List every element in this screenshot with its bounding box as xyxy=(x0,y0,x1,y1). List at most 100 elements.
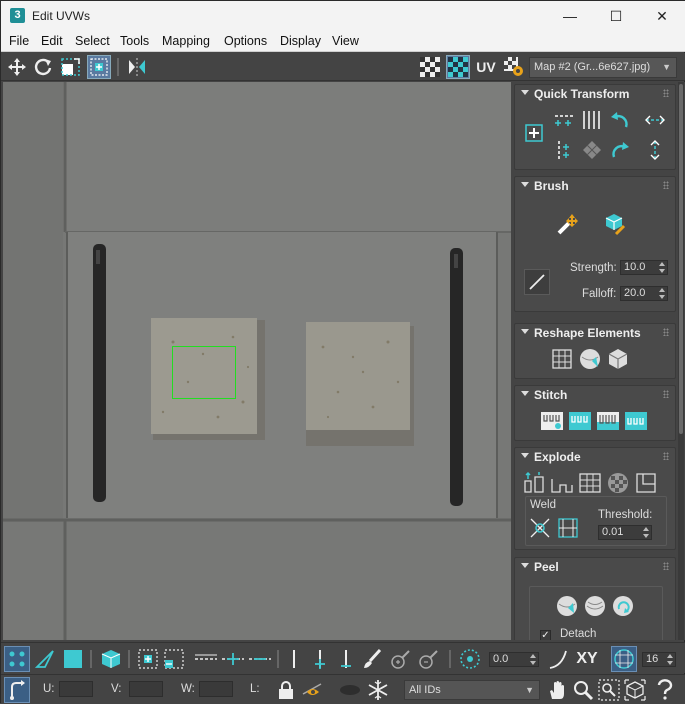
flatten-button[interactable] xyxy=(605,346,631,372)
face-select-button[interactable] xyxy=(60,646,86,672)
vertex-select-button[interactable] xyxy=(4,646,30,672)
space-horizontal-button[interactable] xyxy=(579,137,605,163)
relax-brush-button[interactable] xyxy=(601,211,627,237)
close-button[interactable]: ✕ xyxy=(639,1,685,31)
brush-header[interactable]: Brush xyxy=(515,177,675,195)
stitch-custom-button[interactable] xyxy=(539,408,565,434)
falloff-curve-button[interactable] xyxy=(546,646,572,672)
scale-tool-button[interactable] xyxy=(59,55,83,79)
spinner-arrows-icon[interactable] xyxy=(530,654,536,666)
panel-scrollbar-thumb[interactable] xyxy=(679,84,683,434)
zoom-extents-button[interactable] xyxy=(622,677,648,703)
absolute-offset-toggle[interactable] xyxy=(4,677,30,703)
move-tool-button[interactable] xyxy=(5,55,29,79)
spinner-arrows-icon[interactable] xyxy=(659,262,665,274)
menu-edit[interactable]: Edit xyxy=(41,34,63,48)
u-coordinate-field[interactable] xyxy=(59,681,93,697)
uv-editor-viewport[interactable] xyxy=(3,82,511,640)
show-map-button[interactable] xyxy=(446,55,470,79)
loop-select-button[interactable] xyxy=(193,646,219,672)
straighten-selection-button[interactable] xyxy=(549,346,575,372)
edge-select-button[interactable] xyxy=(32,646,58,672)
freeze-toggle-button[interactable] xyxy=(365,677,391,703)
menu-select[interactable]: Select xyxy=(75,34,110,48)
grid-snap-button[interactable] xyxy=(611,646,637,672)
peel-header[interactable]: Peel xyxy=(515,558,675,576)
map-selector-dropdown[interactable]: Map #2 (Gr...6e627.jpg) ▼ xyxy=(529,57,677,78)
element-select-button[interactable] xyxy=(98,646,124,672)
mirror-tool-button[interactable] xyxy=(125,55,149,79)
zoom-region-button[interactable] xyxy=(596,677,622,703)
freeform-tool-button[interactable] xyxy=(87,55,111,79)
uv-space-button[interactable]: UV xyxy=(474,55,498,79)
menu-display[interactable]: Display xyxy=(280,34,321,48)
stitch-to-target-button[interactable] xyxy=(567,408,593,434)
help-button[interactable] xyxy=(652,677,678,703)
material-id-dropdown[interactable]: All IDs ▼ xyxy=(404,680,540,700)
weld-target-button[interactable] xyxy=(556,515,580,541)
pivot-button[interactable] xyxy=(521,120,547,146)
checker-pattern-button[interactable] xyxy=(418,55,442,79)
align-vertical-button[interactable] xyxy=(551,137,577,163)
stitch-average-button[interactable] xyxy=(595,408,621,434)
paint-shrink-button[interactable] xyxy=(415,646,441,672)
rotate-ccw-90-button[interactable] xyxy=(607,107,633,133)
ring-select-button[interactable] xyxy=(281,646,307,672)
shrink-selection-button[interactable] xyxy=(161,646,187,672)
flatten-by-smoothing-button[interactable] xyxy=(633,470,659,496)
pan-button[interactable] xyxy=(544,677,570,703)
menu-file[interactable]: File xyxy=(9,34,29,48)
threshold-spinner[interactable]: 0.01 xyxy=(598,525,652,540)
explode-checker-button[interactable] xyxy=(605,470,631,496)
v-coordinate-field[interactable] xyxy=(129,681,163,697)
reshape-elements-header[interactable]: Reshape Elements xyxy=(515,324,675,342)
menu-mapping[interactable]: Mapping xyxy=(162,34,210,48)
detach-checkbox[interactable]: ✓ xyxy=(540,630,551,640)
rotate-tool-button[interactable] xyxy=(31,55,55,79)
menu-tools[interactable]: Tools xyxy=(120,34,149,48)
explode-to-polygons-button[interactable] xyxy=(549,470,575,496)
lock-selection-button[interactable] xyxy=(273,677,299,703)
grow-selection-button[interactable] xyxy=(135,646,161,672)
menu-options[interactable]: Options xyxy=(224,34,267,48)
grid-size-spinner[interactable]: 16 xyxy=(642,652,676,667)
minimize-button[interactable]: — xyxy=(547,1,593,31)
spinner-arrows-icon[interactable] xyxy=(659,288,665,300)
align-to-edge-h-button[interactable] xyxy=(642,107,668,133)
hide-toggle-button[interactable] xyxy=(299,677,325,703)
space-vertical-button[interactable] xyxy=(579,107,605,133)
spinner-arrows-icon[interactable] xyxy=(667,654,673,666)
maximize-button[interactable]: ☐ xyxy=(593,1,639,31)
falloff-spinner[interactable]: 20.0 xyxy=(620,286,668,301)
reset-peel-button[interactable] xyxy=(610,593,636,619)
soft-selection-button[interactable] xyxy=(457,646,483,672)
loop-shrink-button[interactable] xyxy=(247,646,273,672)
stitch-header[interactable]: Stitch xyxy=(515,386,675,404)
quick-transform-header[interactable]: Quick Transform xyxy=(515,85,675,103)
align-horizontal-button[interactable] xyxy=(551,107,577,133)
quick-peel-button[interactable] xyxy=(554,593,580,619)
relax-button[interactable] xyxy=(577,346,603,372)
falloff-space-xy-button[interactable]: XY xyxy=(573,646,601,672)
weld-selected-button[interactable] xyxy=(528,515,552,541)
break-button[interactable] xyxy=(521,470,547,496)
w-coordinate-field[interactable] xyxy=(199,681,233,697)
soft-selection-falloff-spinner[interactable]: 0.0 xyxy=(489,652,539,667)
strength-spinner[interactable]: 10.0 xyxy=(620,260,668,275)
spinner-arrows-icon[interactable] xyxy=(643,527,649,539)
explode-header[interactable]: Explode xyxy=(515,448,675,466)
show-hidden-button[interactable] xyxy=(337,677,363,703)
panel-scrollbar[interactable] xyxy=(678,82,684,640)
peel-mode-button[interactable] xyxy=(582,593,608,619)
map-settings-button[interactable] xyxy=(502,55,526,79)
explode-to-elements-button[interactable] xyxy=(577,470,603,496)
menu-view[interactable]: View xyxy=(332,34,359,48)
paint-select-button[interactable] xyxy=(359,646,385,672)
falloff-type-button[interactable] xyxy=(524,269,550,295)
rotate-cw-90-button[interactable] xyxy=(607,137,633,163)
paint-grow-button[interactable] xyxy=(387,646,413,672)
ring-shrink-button[interactable] xyxy=(333,646,359,672)
align-to-edge-v-button[interactable] xyxy=(642,137,668,163)
uv-selection-box[interactable] xyxy=(172,346,236,399)
loop-grow-button[interactable] xyxy=(220,646,246,672)
